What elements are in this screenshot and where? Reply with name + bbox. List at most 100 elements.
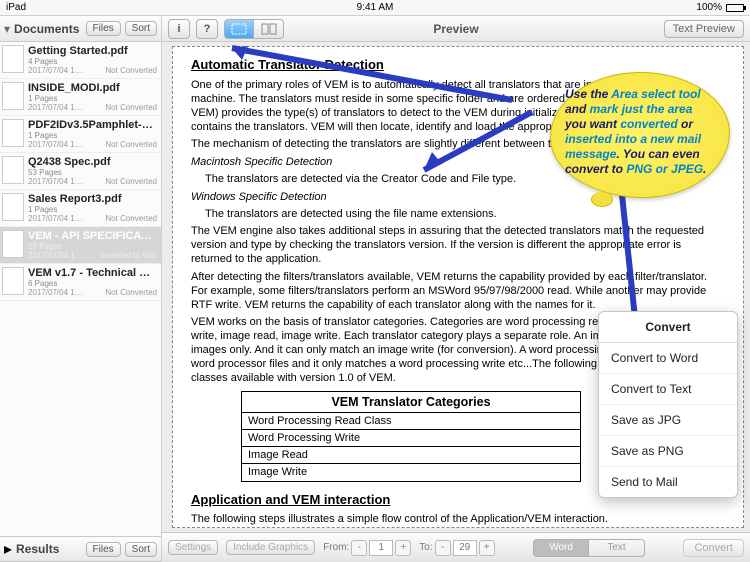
doc-pages: 1 Pages <box>28 205 157 214</box>
sidebar-header: ▾ Documents Files Sort <box>0 16 161 42</box>
doc-pages: 1 Pages <box>28 94 157 103</box>
doc-pages: 6 Pages <box>28 279 157 288</box>
sidebar: ▾ Documents Files Sort Getting Started.p… <box>0 16 162 562</box>
from-plus[interactable]: + <box>395 540 411 556</box>
from-minus[interactable]: - <box>351 540 367 556</box>
battery-pct: 100% <box>696 2 722 13</box>
doc-name: Getting Started.pdf <box>28 45 157 57</box>
doc-thumb-icon <box>2 267 24 295</box>
status-bar: iPad 9:41 AM 100% <box>0 0 750 16</box>
select-tool-segment <box>224 19 284 39</box>
doc-para: The following steps illustrates a simple… <box>191 512 717 526</box>
convert-menu-item[interactable]: Convert to Word <box>599 343 737 374</box>
doc-pages: 53 Pages <box>28 168 157 177</box>
doc-para: The VEM engine also takes additional ste… <box>191 224 717 266</box>
doc-date: 2017/07/04 1… <box>28 288 83 297</box>
to-plus[interactable]: + <box>479 540 495 556</box>
area-select-tool[interactable] <box>224 19 254 39</box>
include-graphics-toggle[interactable]: Include Graphics <box>226 540 315 555</box>
results-title: Results <box>16 542 82 556</box>
doc-date: 2017/07/04 1… <box>28 66 83 75</box>
from-value[interactable]: 1 <box>369 540 393 556</box>
doc-date: 2017/07/04 1… <box>28 177 83 186</box>
device-label: iPad <box>6 2 26 13</box>
doc-status: Not Converted <box>105 288 157 297</box>
document-item[interactable]: Q2438 Spec.pdf53 Pages2017/07/04 1… Not C… <box>0 153 161 190</box>
sidebar-title: Documents <box>14 22 82 36</box>
table-cell: Image Write <box>242 464 581 481</box>
to-value[interactable]: 29 <box>453 540 477 556</box>
doc-thumb-icon <box>2 45 24 73</box>
footer-toolbar: Settings Include Graphics From: - 1 + To… <box>162 532 750 562</box>
text-preview-button[interactable]: Text Preview <box>664 20 744 38</box>
convert-button[interactable]: Convert <box>683 539 744 557</box>
document-item[interactable]: PDF2IDv3.5Pamphlet-3.…1 Pages2017/07/04 … <box>0 116 161 153</box>
doc-para: The translators are detected using the f… <box>205 207 717 221</box>
chevron-down-icon[interactable]: ▾ <box>4 22 10 36</box>
document-viewport[interactable]: Automatic Translator Detection One of th… <box>162 42 750 532</box>
clock: 9:41 AM <box>357 2 394 13</box>
doc-name: PDF2IDv3.5Pamphlet-3.… <box>28 119 157 131</box>
to-minus[interactable]: - <box>435 540 451 556</box>
doc-status: onverted to Wor <box>100 251 157 260</box>
table-cell: Word Processing Write <box>242 430 581 447</box>
chevron-right-icon[interactable]: ▸ <box>4 539 12 559</box>
doc-thumb-icon <box>2 82 24 110</box>
doc-date: 2017/07/04 1… <box>28 103 83 112</box>
doc-status: Not Converted <box>105 140 157 149</box>
doc-pages: 4 Pages <box>28 57 157 66</box>
settings-button[interactable]: Settings <box>168 540 218 555</box>
document-list: Getting Started.pdf4 Pages2017/07/04 1…N… <box>0 42 161 536</box>
doc-thumb-icon <box>2 119 24 147</box>
book-icon <box>261 23 277 35</box>
table-title: VEM Translator Categories <box>241 391 581 412</box>
help-callout: Use the Area select tool and mark just t… <box>550 72 730 198</box>
convert-menu-item[interactable]: Save as PNG <box>599 436 737 467</box>
doc-name: Q2438 Spec.pdf <box>28 156 157 168</box>
convert-menu: Convert Convert to WordConvert to TextSa… <box>598 311 738 498</box>
doc-status: Not Converted <box>105 66 157 75</box>
to-label: To: <box>419 542 432 553</box>
doc-thumb-icon <box>2 156 24 184</box>
convert-menu-item[interactable]: Convert to Text <box>599 374 737 405</box>
document-item[interactable]: VEM - API SPECIFICATI…29 Pages2017/07/04… <box>0 227 161 264</box>
seg-word[interactable]: Word <box>533 539 589 557</box>
convert-menu-item[interactable]: Send to Mail <box>599 467 737 497</box>
doc-thumb-icon <box>2 193 24 221</box>
doc-date: 2017/07/04 1… <box>28 140 83 149</box>
doc-name: VEM v1.7 - Technical S… <box>28 267 157 279</box>
page-view-tool[interactable] <box>254 19 284 39</box>
help-button[interactable]: ? <box>196 19 218 39</box>
document-item[interactable]: Sales Report3.pdf1 Pages2017/07/04 1… Not… <box>0 190 161 227</box>
table-cell: Word Processing Read Class <box>242 413 581 430</box>
files-button[interactable]: Files <box>86 21 121 36</box>
doc-name: Sales Report3.pdf <box>28 193 157 205</box>
results-header: ▸ Results Files Sort <box>0 536 161 562</box>
main-toolbar: i ? Preview Text Preview <box>162 16 750 42</box>
seg-text[interactable]: Text <box>589 539 645 557</box>
results-files-button[interactable]: Files <box>86 542 121 557</box>
doc-date: 2017/07/04 1… <box>28 214 83 223</box>
marquee-icon <box>231 23 247 35</box>
info-button[interactable]: i <box>168 19 190 39</box>
output-format-segment: Word Text <box>533 539 645 557</box>
doc-status: Not Converted <box>105 103 157 112</box>
convert-menu-title: Convert <box>599 312 737 343</box>
convert-menu-item[interactable]: Save as JPG <box>599 405 737 436</box>
doc-status: Not Converted <box>105 177 157 186</box>
from-label: From: <box>323 542 349 553</box>
results-sort-button[interactable]: Sort <box>125 542 157 557</box>
doc-pages: 29 Pages <box>28 242 157 251</box>
doc-para: After detecting the filters/translators … <box>191 270 717 312</box>
document-item[interactable]: INSIDE_MODI.pdf1 Pages2017/07/04 1…Not C… <box>0 79 161 116</box>
doc-date: 2017/07/04 1… <box>28 251 83 260</box>
doc-pages: 1 Pages <box>28 131 157 140</box>
battery-icon <box>726 4 744 12</box>
sort-button[interactable]: Sort <box>125 21 157 36</box>
vem-categories-table: VEM Translator Categories Word Processin… <box>241 391 581 481</box>
preview-title: Preview <box>433 22 478 36</box>
document-item[interactable]: Getting Started.pdf4 Pages2017/07/04 1… N… <box>0 42 161 79</box>
document-item[interactable]: VEM v1.7 - Technical S…6 Pages2017/07/04… <box>0 264 161 301</box>
doc-name: VEM - API SPECIFICATI… <box>28 230 157 242</box>
doc-status: Not Converted <box>105 214 157 223</box>
